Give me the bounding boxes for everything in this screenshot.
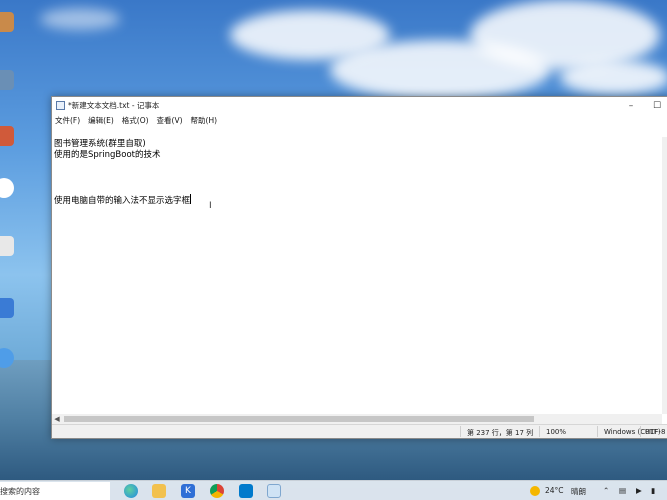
menu-view[interactable]: 查看(V) (157, 115, 183, 126)
window-title: *新建文本文档.txt - 记事本 (68, 101, 160, 110)
maximize-button[interactable]: ☐ (644, 97, 667, 114)
cursor-position: 第 237 行，第 17 列 (467, 429, 534, 437)
status-divider (539, 426, 540, 437)
encoding: UTF-8 (645, 428, 666, 436)
scrollbar-thumb[interactable] (64, 416, 534, 422)
status-bar: 第 237 行，第 17 列 100% Windows (CRLF) UTF-8 (52, 424, 667, 438)
scroll-left-icon[interactable]: ◀ (52, 415, 62, 423)
battery-icon[interactable]: ▮ (651, 486, 655, 495)
chrome-icon[interactable] (210, 484, 224, 498)
status-divider (460, 426, 461, 437)
cloud (470, 0, 660, 70)
notepad-window: *新建文本文档.txt - 记事本 – ☐ 文件(F) 编辑(E) 格式(O) … (51, 96, 667, 439)
volume-icon[interactable]: ▶ (636, 486, 642, 495)
notepad-taskbar-icon[interactable] (267, 484, 281, 498)
editor-line-current: 使用电脑自带的输入法不显示选字框 (54, 194, 660, 206)
zoom-level: 100% (546, 428, 567, 436)
menu-bar: 文件(F) 编辑(E) 格式(O) 查看(V) 帮助(H) (52, 114, 667, 126)
menu-file[interactable]: 文件(F) (55, 115, 80, 126)
desktop-icon[interactable] (0, 126, 14, 146)
edge-browser-icon[interactable] (124, 484, 138, 498)
cloud (560, 60, 667, 95)
editor-line-text: 使用电脑自带的输入法不显示选字框 (54, 196, 191, 206)
temperature[interactable]: 24°C (545, 486, 564, 495)
vscode-icon[interactable] (239, 484, 253, 498)
desktop-icon[interactable] (0, 12, 14, 32)
desktop-icon[interactable] (0, 178, 14, 198)
desktop-icon[interactable] (0, 298, 14, 318)
text-editor[interactable]: 图书管理系统(群里自取) 使用的是SpringBoot的技术 使用电脑自带的输入… (52, 137, 662, 414)
menu-format[interactable]: 格式(O) (122, 115, 149, 126)
status-divider (597, 426, 598, 437)
desktop-icon[interactable] (0, 70, 14, 90)
weather-text[interactable]: 晴朗 (571, 486, 586, 497)
horizontal-scrollbar[interactable]: ◀ (52, 414, 662, 424)
text-caret (190, 194, 192, 204)
network-icon[interactable]: ▤ (619, 486, 626, 495)
editor-line: 使用的是SpringBoot的技术 (54, 150, 161, 160)
vertical-scrollbar[interactable] (662, 137, 667, 414)
status-divider (640, 426, 641, 437)
desktop-icon[interactable] (0, 236, 14, 256)
menu-edit[interactable]: 编辑(E) (88, 115, 114, 126)
sun-weather-icon (530, 486, 540, 496)
ibeam-cursor-icon: I (209, 201, 212, 211)
editor-line: 图书管理系统(群里自取) (54, 139, 146, 149)
menu-help[interactable]: 帮助(H) (191, 115, 218, 126)
k-app-icon[interactable]: K (181, 484, 195, 498)
minimize-button[interactable]: – (618, 97, 644, 114)
cloud (40, 8, 120, 30)
search-placeholder: 搜索的内容 (0, 487, 40, 496)
file-explorer-icon[interactable] (152, 484, 166, 498)
taskbar-search[interactable]: 搜索的内容 (0, 482, 110, 500)
taskbar: 搜索的内容 K 24°C 晴朗 ⌃ ▤ ▶ ▮ (0, 480, 667, 500)
title-bar[interactable]: *新建文本文档.txt - 记事本 – ☐ (52, 97, 667, 114)
notepad-icon (56, 101, 65, 110)
chevron-up-icon[interactable]: ⌃ (603, 486, 609, 495)
